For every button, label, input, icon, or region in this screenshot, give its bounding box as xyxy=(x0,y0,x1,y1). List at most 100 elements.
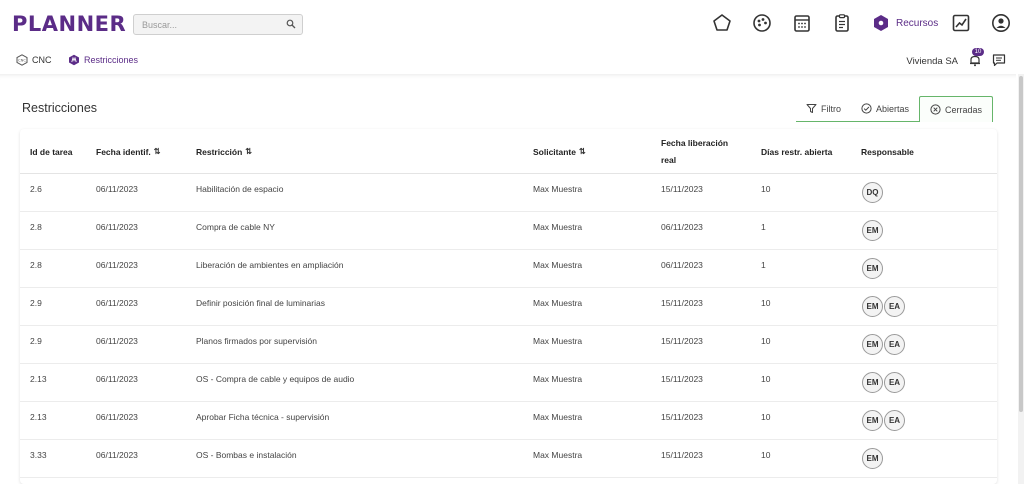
cell-dias: 1 xyxy=(761,260,766,270)
avatar[interactable]: EA xyxy=(884,334,905,355)
scrollbar-thumb[interactable] xyxy=(1019,76,1023,412)
check-circle-icon xyxy=(861,103,872,114)
tab-abiertas[interactable]: Abiertas xyxy=(851,96,920,122)
avatar[interactable]: EM xyxy=(862,334,883,355)
header-liberacion: Fecha liberación real xyxy=(661,138,729,165)
pentagon-icon[interactable] xyxy=(711,12,733,34)
tab-abiertas-label: Abiertas xyxy=(876,103,910,114)
avatar[interactable]: EA xyxy=(884,372,905,393)
cell-dias: 10 xyxy=(761,184,771,194)
cell-restriccion: Aprobar Ficha técnica - supervisión xyxy=(196,412,330,422)
svg-text:CNC: CNC xyxy=(18,59,26,63)
avatar[interactable]: EM xyxy=(862,448,883,469)
header-dias: Días restr. abierta xyxy=(761,146,833,157)
notification-badge: 10 xyxy=(972,47,984,56)
cell-restriccion: Planos firmados por supervisión xyxy=(196,336,317,346)
cell-fecha: 06/11/2023 xyxy=(96,184,138,194)
avatar[interactable]: DQ xyxy=(862,182,883,203)
cell-dias: 10 xyxy=(761,336,771,346)
cell-solicitante: Max Muestra xyxy=(533,184,583,194)
responsable-avatars: DQ xyxy=(862,182,883,203)
messages-button[interactable] xyxy=(992,53,1006,67)
cell-restriccion: Liberación de ambientes en ampliación xyxy=(196,260,344,270)
calendar-icon[interactable] xyxy=(791,12,813,34)
cell-liberacion: 15/11/2023 xyxy=(661,412,703,422)
avatar[interactable]: EM xyxy=(862,220,883,241)
avatar[interactable]: EM xyxy=(862,296,883,317)
responsable-avatars: EM EA xyxy=(862,296,905,317)
cell-solicitante: Max Muestra xyxy=(533,412,583,422)
avatar[interactable]: EM xyxy=(862,410,883,431)
cell-solicitante: Max Muestra xyxy=(533,374,583,384)
cnc-icon: CNC xyxy=(16,54,28,66)
cell-dias: 10 xyxy=(761,374,771,384)
cell-id: 2.9 xyxy=(30,298,42,308)
cell-dias: 1 xyxy=(761,222,766,232)
responsable-avatars: EM xyxy=(862,448,883,469)
search-icon[interactable] xyxy=(286,19,296,29)
clipboard-icon[interactable] xyxy=(831,12,853,34)
table-row[interactable]: 2.9 06/11/2023 Planos firmados por supervi… xyxy=(20,326,997,364)
cell-id: 2.8 xyxy=(30,222,42,232)
avatar[interactable]: EA xyxy=(884,296,905,317)
header-fecha[interactable]: Fecha identif. ⇅ xyxy=(96,129,161,174)
table-row[interactable]: 2.9 06/11/2023 Definir posición final de l… xyxy=(20,288,997,326)
header-solicitante[interactable]: Solicitante ⇅ xyxy=(533,129,586,174)
x-circle-icon xyxy=(930,104,941,115)
cell-liberacion: 15/11/2023 xyxy=(661,184,703,194)
table-row[interactable]: 2.8 06/11/2023 Compra de cable NY Max Muest… xyxy=(20,212,997,250)
nav-recursos-label: Recursos xyxy=(896,17,939,29)
message-icon xyxy=(992,53,1006,66)
restriction-icon xyxy=(68,54,80,66)
palette-icon[interactable] xyxy=(751,12,773,34)
user-circle-icon[interactable] xyxy=(990,12,1012,34)
cell-fecha: 06/11/2023 xyxy=(96,412,138,422)
header-id: Id de tarea xyxy=(30,146,73,157)
search-box[interactable] xyxy=(133,14,303,35)
top-bar: PLANNER Recursos xyxy=(0,0,1024,48)
tab-cerradas-label: Cerradas xyxy=(945,104,983,115)
cell-dias: 10 xyxy=(761,412,771,422)
avatar[interactable]: EM xyxy=(862,372,883,393)
responsable-avatars: EM EA xyxy=(862,334,905,355)
sort-icon[interactable]: ⇅ xyxy=(579,145,586,159)
cell-restriccion: Habilitación de espacio xyxy=(196,184,284,194)
cell-fecha: 06/11/2023 xyxy=(96,336,138,346)
cell-dias: 10 xyxy=(761,450,771,460)
cell-liberacion: 15/11/2023 xyxy=(661,450,703,460)
table-row[interactable]: 2.6 06/11/2023 Habilitación de espacio Max … xyxy=(20,174,997,212)
table-header: Id de tarea Fecha identif. ⇅ Restricción ⇅… xyxy=(20,129,997,174)
responsable-avatars: EM xyxy=(862,258,883,279)
table-row[interactable]: 2.8 06/11/2023 Liberación de ambientes en … xyxy=(20,250,997,288)
cell-solicitante: Max Muestra xyxy=(533,450,583,460)
table-row[interactable]: 2.13 06/11/2023 Aprobar Ficha técnica - su… xyxy=(20,402,997,440)
sort-icon[interactable]: ⇅ xyxy=(245,145,252,159)
cell-solicitante: Max Muestra xyxy=(533,298,583,308)
sub-bar: CNC CNC Restricciones Vivienda SA 10 xyxy=(0,47,1024,74)
cell-dias: 10 xyxy=(761,298,771,308)
table-row[interactable]: 3.33 06/11/2023 OS - Bombas e instalación M… xyxy=(20,440,997,478)
header-restriccion[interactable]: Restricción ⇅ xyxy=(196,129,252,174)
responsable-avatars: EM xyxy=(862,220,883,241)
breadcrumb-restricciones[interactable]: Restricciones xyxy=(68,53,138,67)
chart-icon[interactable] xyxy=(950,12,972,34)
cell-fecha: 06/11/2023 xyxy=(96,450,138,460)
sort-icon[interactable]: ⇅ xyxy=(154,145,161,159)
cell-liberacion: 15/11/2023 xyxy=(661,298,703,308)
search-input[interactable] xyxy=(134,15,284,34)
cell-solicitante: Max Muestra xyxy=(533,222,583,232)
breadcrumb-cnc-label: CNC xyxy=(32,55,52,65)
avatar[interactable]: EA xyxy=(884,410,905,431)
cell-fecha: 06/11/2023 xyxy=(96,260,138,270)
tab-cerradas[interactable]: Cerradas xyxy=(919,96,994,122)
cell-id: 3.33 xyxy=(30,450,47,460)
cell-restriccion: OS - Compra de cable y equipos de audio xyxy=(196,374,355,384)
nav-recursos[interactable]: Recursos xyxy=(872,12,938,34)
avatar[interactable]: EM xyxy=(862,258,883,279)
breadcrumb-cnc[interactable]: CNC CNC xyxy=(16,53,52,67)
tab-filtro[interactable]: Filtro xyxy=(796,96,851,122)
filter-tabs: Filtro Abiertas Cerradas xyxy=(796,96,994,122)
table-row[interactable]: 2.13 06/11/2023 OS - Compra de cable y equ… xyxy=(20,364,997,402)
notifications-button[interactable]: 10 xyxy=(968,47,984,67)
app-logo[interactable]: PLANNER xyxy=(12,12,126,36)
